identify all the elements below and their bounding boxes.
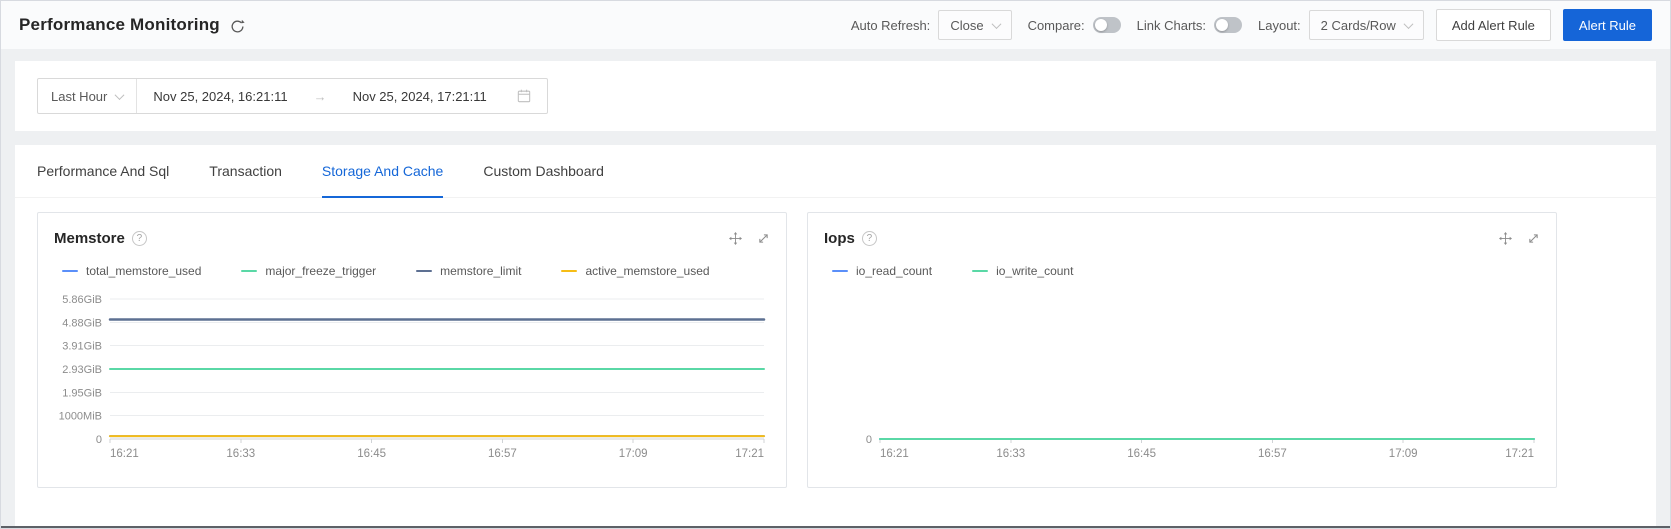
time-preset-select[interactable]: Last Hour xyxy=(38,79,138,113)
svg-text:16:45: 16:45 xyxy=(1127,448,1156,460)
svg-text:17:09: 17:09 xyxy=(1389,448,1418,460)
iops-card-title: Iops xyxy=(824,229,855,247)
tab-bar: Performance And Sql Transaction Storage … xyxy=(15,145,1656,198)
legend-label: active_memstore_used xyxy=(585,264,710,278)
time-range-bar: Last Hour Nov 25, 2024, 16:21:11 → Nov 2… xyxy=(15,61,1656,131)
topbar: Performance Monitoring Auto Refresh: Clo… xyxy=(1,1,1670,49)
svg-text:16:57: 16:57 xyxy=(1258,448,1287,460)
svg-text:17:09: 17:09 xyxy=(619,448,648,460)
legend-marker xyxy=(416,269,433,273)
start-datetime[interactable]: Nov 25, 2024, 16:21:11 xyxy=(153,89,287,104)
svg-text:4.88GiB: 4.88GiB xyxy=(62,317,102,329)
legend-item-io_write_count[interactable]: io_write_count xyxy=(972,264,1073,278)
page-title: Performance Monitoring xyxy=(19,15,220,34)
legend-item-memstore_limit[interactable]: memstore_limit xyxy=(416,264,521,278)
card-actions xyxy=(729,231,770,245)
chevron-down-icon xyxy=(1403,18,1414,29)
drag-move-icon[interactable] xyxy=(729,231,742,245)
legend-item-active_memstore_used[interactable]: active_memstore_used xyxy=(561,264,710,278)
tab-custom-dashboard[interactable]: Custom Dashboard xyxy=(483,145,604,197)
toggle-knob xyxy=(1094,19,1107,31)
svg-text:16:21: 16:21 xyxy=(110,448,139,460)
time-preset-value: Last Hour xyxy=(51,88,108,104)
screen: Performance Monitoring Auto Refresh: Clo… xyxy=(0,0,1671,529)
legend-marker xyxy=(832,269,848,273)
legend-label: memstore_limit xyxy=(440,264,522,278)
auto-refresh-label: Auto Refresh: xyxy=(850,17,931,33)
legend-label: total_memstore_used xyxy=(86,264,202,278)
auto-refresh-select[interactable]: Close xyxy=(938,10,1012,40)
svg-text:3.91GiB: 3.91GiB xyxy=(62,341,102,353)
svg-text:1000MiB: 1000MiB xyxy=(59,411,102,423)
svg-text:16:21: 16:21 xyxy=(880,448,909,460)
card-header: Memstore ? xyxy=(54,227,770,249)
fullscreen-icon[interactable] xyxy=(757,232,770,245)
date-range: Nov 25, 2024, 16:21:11 → Nov 25, 2024, 1… xyxy=(137,79,546,113)
iops-card: Iops ? io_read_count io_write_count 0 16… xyxy=(807,212,1557,488)
svg-text:17:21: 17:21 xyxy=(735,448,764,460)
calendar-icon[interactable] xyxy=(517,89,531,103)
legend-marker xyxy=(561,269,578,273)
add-alert-rule-button[interactable]: Add Alert Rule xyxy=(1435,9,1551,41)
legend-label: major_freeze_trigger xyxy=(265,264,377,278)
end-datetime[interactable]: Nov 25, 2024, 17:21:11 xyxy=(353,89,487,104)
memstore-legend: total_memstore_used major_freeze_trigger m… xyxy=(62,263,770,279)
legend-marker xyxy=(972,269,989,273)
legend-label: io_write_count xyxy=(996,264,1074,278)
fullscreen-icon[interactable] xyxy=(1527,232,1540,245)
svg-text:17:21: 17:21 xyxy=(1505,448,1534,460)
chevron-down-icon xyxy=(114,89,125,100)
topbar-controls: Auto Refresh: Close Compare: Link Charts… xyxy=(835,9,1652,41)
memstore-card-title: Memstore xyxy=(54,229,125,247)
svg-text:1.95GiB: 1.95GiB xyxy=(62,387,102,399)
legend-label: io_read_count xyxy=(856,264,933,278)
charts-grid: Memstore ? total_memstore_used major_fre… xyxy=(15,198,1656,488)
svg-text:0: 0 xyxy=(866,434,872,446)
svg-text:5.86GiB: 5.86GiB xyxy=(62,294,102,306)
legend-item-io_read_count[interactable]: io_read_count xyxy=(832,264,932,278)
help-icon[interactable]: ? xyxy=(131,231,147,246)
alert-rule-button[interactable]: Alert Rule xyxy=(1562,9,1652,41)
legend-item-total_memstore_used[interactable]: total_memstore_used xyxy=(62,264,201,278)
card-header: Iops ? xyxy=(824,227,1540,249)
drag-move-icon[interactable] xyxy=(1499,231,1512,245)
svg-text:16:45: 16:45 xyxy=(357,448,386,460)
tab-transaction[interactable]: Transaction xyxy=(209,145,282,197)
memstore-card: Memstore ? total_memstore_used major_fre… xyxy=(37,212,787,488)
iops-legend: io_read_count io_write_count xyxy=(832,263,1540,279)
help-icon[interactable]: ? xyxy=(861,231,877,246)
link-charts-toggle[interactable] xyxy=(1214,17,1243,33)
range-arrow-icon: → xyxy=(313,88,327,104)
legend-marker xyxy=(241,269,258,273)
legend-item-major_freeze_trigger[interactable]: major_freeze_trigger xyxy=(241,264,376,278)
tab-storage-and-cache[interactable]: Storage And Cache xyxy=(321,145,444,198)
link-charts-label: Link Charts: xyxy=(1136,17,1207,33)
compare-toggle[interactable] xyxy=(1092,17,1121,33)
auto-refresh-value: Close xyxy=(950,17,984,33)
memstore-chart[interactable]: 0 1000MiB 1.95GiB 2.93GiB 3.91GiB 4.88GiB 5.86… xyxy=(54,287,770,465)
svg-text:0: 0 xyxy=(96,434,102,446)
main-panel: Performance And Sql Transaction Storage … xyxy=(15,145,1656,528)
layout-value: 2 Cards/Row xyxy=(1320,17,1396,33)
iops-chart[interactable]: 0 16:21 16:33 16:45 16:57 17:09 17:21 xyxy=(824,287,1540,465)
page-title-group: Performance Monitoring xyxy=(19,15,245,35)
svg-text:2.93GiB: 2.93GiB xyxy=(62,364,102,376)
toggle-knob xyxy=(1216,19,1229,31)
screen-bottom-edge xyxy=(1,526,1670,528)
svg-text:16:33: 16:33 xyxy=(996,448,1025,460)
tab-performance-and-sql[interactable]: Performance And Sql xyxy=(37,145,169,197)
svg-text:16:57: 16:57 xyxy=(488,448,517,460)
compare-label: Compare: xyxy=(1027,17,1085,33)
layout-select[interactable]: 2 Cards/Row xyxy=(1308,10,1424,40)
legend-marker xyxy=(62,269,78,273)
layout-label: Layout: xyxy=(1258,17,1301,33)
time-range-picker[interactable]: Last Hour Nov 25, 2024, 16:21:11 → Nov 2… xyxy=(37,78,548,114)
card-actions xyxy=(1499,231,1540,245)
refresh-icon[interactable] xyxy=(230,19,245,34)
svg-text:16:33: 16:33 xyxy=(226,448,255,460)
chevron-down-icon xyxy=(991,18,1002,29)
